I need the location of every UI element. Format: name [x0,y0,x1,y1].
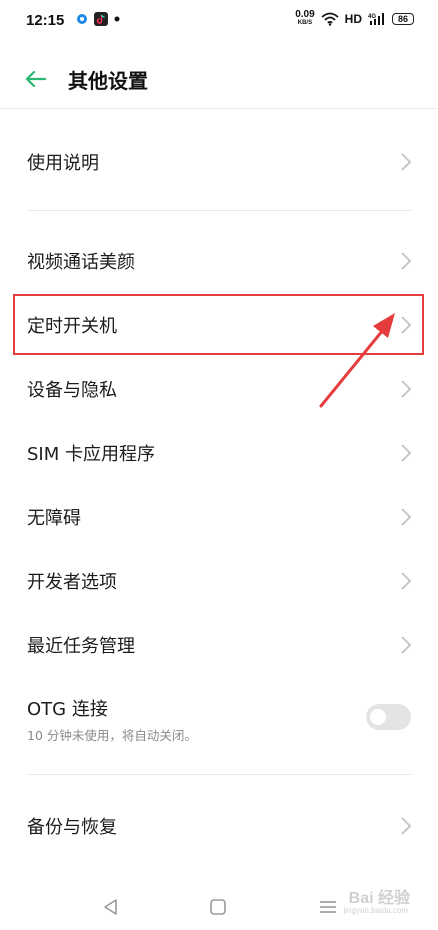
menu-item-label: 视频通话美颜 [27,252,135,273]
watermark: Bai 经验 [348,890,410,907]
browser-notification-icon [77,14,87,24]
chevron-right-icon [401,636,412,654]
watermark-sub: jingyan.baidu.com [343,906,408,915]
chevron-right-icon [401,444,412,462]
back-arrow-icon [25,70,46,88]
hd-label: HD [344,12,362,26]
chevron-right-icon [401,817,412,835]
menu-item-video-call-beauty[interactable]: 视频通话美颜 [0,229,438,293]
back-button[interactable] [18,64,52,94]
nav-back-icon[interactable] [100,898,122,916]
chevron-right-icon [401,508,412,526]
header-divider [0,108,438,109]
menu-item-label: SIM 卡应用程序 [27,444,155,465]
menu-item-backup-restore[interactable]: 备份与恢复 [0,794,438,858]
battery-indicator: 86 [392,13,414,25]
group-divider [27,210,411,211]
net-speed-value: 0.09 [295,9,315,20]
tiktok-notification-icon [94,12,108,26]
menu-item-recent-tasks[interactable]: 最近任务管理 [0,613,438,677]
status-time: 12:15 [26,12,65,29]
menu-item-label: 开发者选项 [27,572,117,593]
dot-icon [114,16,120,22]
nav-recent-apps-icon[interactable] [317,898,339,916]
otg-subtitle: 10 分钟未使用，将自动关闭。 [27,728,197,743]
toggle-knob [370,709,386,725]
chevron-right-icon [401,572,412,590]
menu-item-label: 最近任务管理 [27,636,135,657]
chevron-right-icon [401,380,412,398]
menu-item-device-privacy[interactable]: 设备与隐私 [0,357,438,421]
page-title: 其他设置 [68,69,148,93]
highlight-box [13,294,424,355]
wifi-icon [321,12,339,26]
menu-item-label: 使用说明 [27,153,99,174]
chevron-right-icon [401,153,412,171]
net-speed: 0.09 KB/S [295,10,314,28]
notification-icons [76,12,120,26]
menu-item-label: 设备与隐私 [27,380,117,401]
menu-item-developer-options[interactable]: 开发者选项 [0,549,438,613]
menu-item-instructions[interactable]: 使用说明 [0,130,438,194]
group-divider [27,774,411,775]
menu-item-accessibility[interactable]: 无障碍 [0,485,438,549]
status-right: 0.09 KB/S HD 4G 86 [295,10,414,28]
nav-home-icon[interactable] [209,898,227,916]
menu-item-label: 无障碍 [27,508,81,529]
net-speed-unit: KB/S [297,20,313,26]
header: 其他设置 [0,44,438,110]
menu-item-label: 备份与恢复 [27,817,117,838]
status-bar: 12:15 0.09 KB/S HD 4G 86 [0,0,438,44]
chevron-right-icon [401,252,412,270]
menu-item-sim-apps[interactable]: SIM 卡应用程序 [0,421,438,485]
screen: 12:15 0.09 KB/S HD 4G 86 其他设置 使用说明 视频通话美… [0,0,438,930]
otg-label: OTG 连接 [27,699,108,720]
otg-toggle[interactable] [366,704,411,730]
signal-icon: 4G [368,13,384,25]
